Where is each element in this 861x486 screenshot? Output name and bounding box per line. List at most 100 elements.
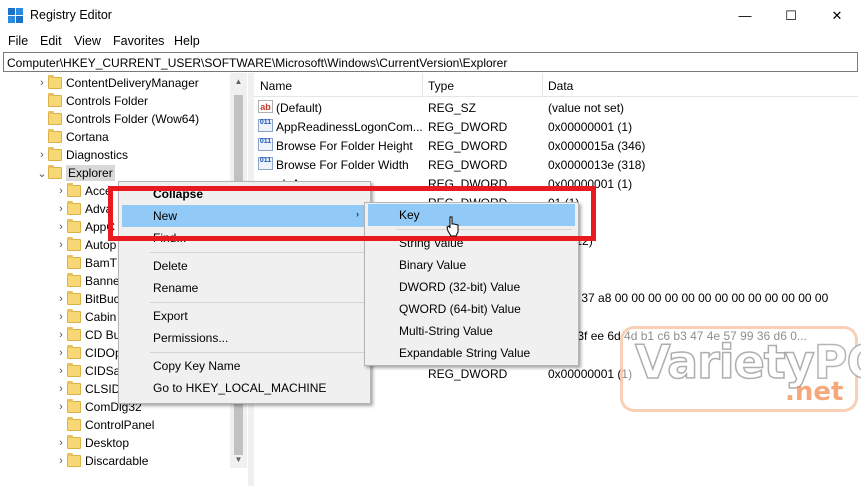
expand-chevron-icon[interactable]: › [55, 362, 67, 380]
context-menu-item[interactable]: Delete [122, 255, 367, 277]
maximize-icon: ☐ [785, 7, 797, 23]
tree-item-label: Cortana [66, 130, 109, 144]
expand-chevron-icon[interactable]: › [55, 308, 67, 326]
tree-item[interactable]: ControlPanel [55, 416, 154, 434]
tree-item[interactable]: ⌄ Explorer [36, 164, 115, 182]
menu-separator [396, 229, 572, 230]
expand-chevron-icon[interactable]: ⌄ [36, 164, 48, 182]
tree-item[interactable]: › Desktop [55, 434, 129, 452]
tree-item[interactable]: › Cabin [55, 308, 116, 326]
tree-item-label: BitBuc [85, 292, 120, 306]
context-menu-item-label: Rename [153, 281, 199, 295]
context-menu-item[interactable]: Rename [122, 277, 367, 299]
scroll-up-icon[interactable]: ▲ [230, 73, 247, 90]
expand-chevron-icon[interactable]: › [36, 146, 48, 164]
tree-item-label: Cabin [85, 310, 117, 324]
expand-chevron-icon[interactable]: › [55, 326, 67, 344]
folder-icon [67, 327, 81, 341]
minimize-button[interactable]: — [722, 0, 768, 31]
folder-icon [67, 417, 81, 431]
menu-view[interactable]: View [74, 34, 101, 48]
column-type[interactable]: Type [428, 79, 454, 93]
tree-item[interactable]: Controls Folder [36, 92, 148, 110]
context-menu-item[interactable]: Go to HKEY_LOCAL_MACHINE [122, 377, 367, 399]
tree-item[interactable]: BamT [55, 254, 117, 272]
submenu-item[interactable]: Expandable String Value [368, 342, 575, 364]
value-data: 0x0000015a (346) [548, 139, 646, 153]
tree-item[interactable]: Controls Folder (Wow64) [36, 110, 199, 128]
tree-item[interactable]: › CD Bu [55, 326, 120, 344]
tree-item[interactable]: › AppC [55, 218, 115, 236]
expand-chevron-icon[interactable] [55, 272, 67, 290]
tree-item-label: ContentDeliveryManager [66, 76, 199, 90]
close-button[interactable]: ✕ [814, 0, 860, 31]
expand-chevron-icon[interactable]: › [55, 236, 67, 254]
expand-chevron-icon[interactable]: › [55, 380, 67, 398]
expand-chevron-icon[interactable]: › [36, 74, 48, 92]
value-name: AppReadinessLogonCom... [276, 120, 423, 134]
submenu-item[interactable]: String Value [368, 232, 575, 254]
folder-icon [67, 309, 81, 323]
menu-help[interactable]: Help [174, 34, 200, 48]
context-menu-item-label: Collapse [153, 187, 204, 201]
value-row[interactable]: 011 Browse For Folder Width REG_DWORD 0x000… [254, 155, 858, 174]
menu-favorites[interactable]: Favorites [113, 34, 164, 48]
expand-chevron-icon[interactable] [36, 92, 48, 110]
maximize-button[interactable]: ☐ [768, 0, 814, 31]
tree-item[interactable]: › CIDOp [55, 344, 122, 362]
value-row[interactable]: 011 AppReadinessLogonCom... REG_DWORD 0x000… [254, 117, 858, 136]
registry-editor-app-icon [8, 8, 24, 24]
expand-chevron-icon[interactable]: › [55, 434, 67, 452]
submenu-item-label: Binary Value [399, 258, 467, 272]
expand-chevron-icon[interactable]: › [55, 290, 67, 308]
expand-chevron-icon[interactable]: › [55, 452, 67, 470]
expand-chevron-icon[interactable]: › [55, 218, 67, 236]
tree-item[interactable]: › Adva [55, 200, 112, 218]
value-row[interactable]: 011 Browse For Folder Height REG_DWORD 0x00… [254, 136, 858, 155]
tree-item-label: CD Bu [85, 328, 121, 342]
expand-chevron-icon[interactable] [36, 128, 48, 146]
context-menu-item-label: Export [153, 309, 188, 323]
expand-chevron-icon[interactable]: › [55, 398, 67, 416]
tree-item[interactable]: › Acce [55, 182, 112, 200]
context-menu-item[interactable]: Permissions... [122, 327, 367, 349]
scroll-down-icon[interactable]: ▼ [230, 451, 247, 468]
context-menu-item[interactable]: Copy Key Name [122, 355, 367, 377]
address-bar[interactable]: Computer\HKEY_CURRENT_USER\SOFTWARE\Micr… [3, 52, 858, 72]
binary-value-icon: 011 [258, 119, 273, 132]
tree-item[interactable]: › CLSID [55, 380, 120, 398]
tree-item[interactable]: Cortana [36, 128, 109, 146]
expand-chevron-icon[interactable]: › [55, 182, 67, 200]
column-data[interactable]: Data [548, 79, 573, 93]
tree-item-label: AppC [85, 220, 116, 234]
column-name[interactable]: Name [260, 79, 292, 93]
menu-edit[interactable]: Edit [40, 34, 62, 48]
submenu-item[interactable]: Multi-String Value [368, 320, 575, 342]
context-menu-item[interactable]: New › [122, 205, 367, 227]
menu-file[interactable]: File [8, 34, 28, 48]
tree-item[interactable]: › Autop [55, 236, 116, 254]
context-menu-item[interactable]: Export [122, 305, 367, 327]
tree-item[interactable]: Banne [55, 272, 120, 290]
context-menu-item[interactable]: Find... [122, 227, 367, 249]
context-menu-item[interactable]: Collapse [122, 183, 367, 205]
submenu-item[interactable]: Key [368, 204, 575, 226]
expand-chevron-icon[interactable] [36, 110, 48, 128]
expand-chevron-icon[interactable]: › [55, 344, 67, 362]
tree-item[interactable]: › Diagnostics [36, 146, 128, 164]
expand-chevron-icon[interactable] [55, 254, 67, 272]
tree-item[interactable]: › Discardable [55, 452, 148, 470]
tree-item[interactable]: › ContentDeliveryManager [36, 74, 199, 92]
submenu-item[interactable]: QWORD (64-bit) Value [368, 298, 575, 320]
tree-item[interactable]: › BitBuc [55, 290, 120, 308]
expand-chevron-icon[interactable] [55, 416, 67, 434]
list-header: Name Type Data [254, 73, 858, 97]
submenu-item[interactable]: Binary Value [368, 254, 575, 276]
tree-item[interactable]: › CIDSa [55, 362, 120, 380]
submenu-item[interactable]: DWORD (32-bit) Value [368, 276, 575, 298]
value-type: REG_DWORD [428, 120, 508, 134]
folder-icon [48, 111, 62, 125]
expand-chevron-icon[interactable]: › [55, 200, 67, 218]
value-row[interactable]: ab (Default) REG_SZ (value not set) [254, 98, 858, 117]
folder-icon [67, 399, 81, 413]
